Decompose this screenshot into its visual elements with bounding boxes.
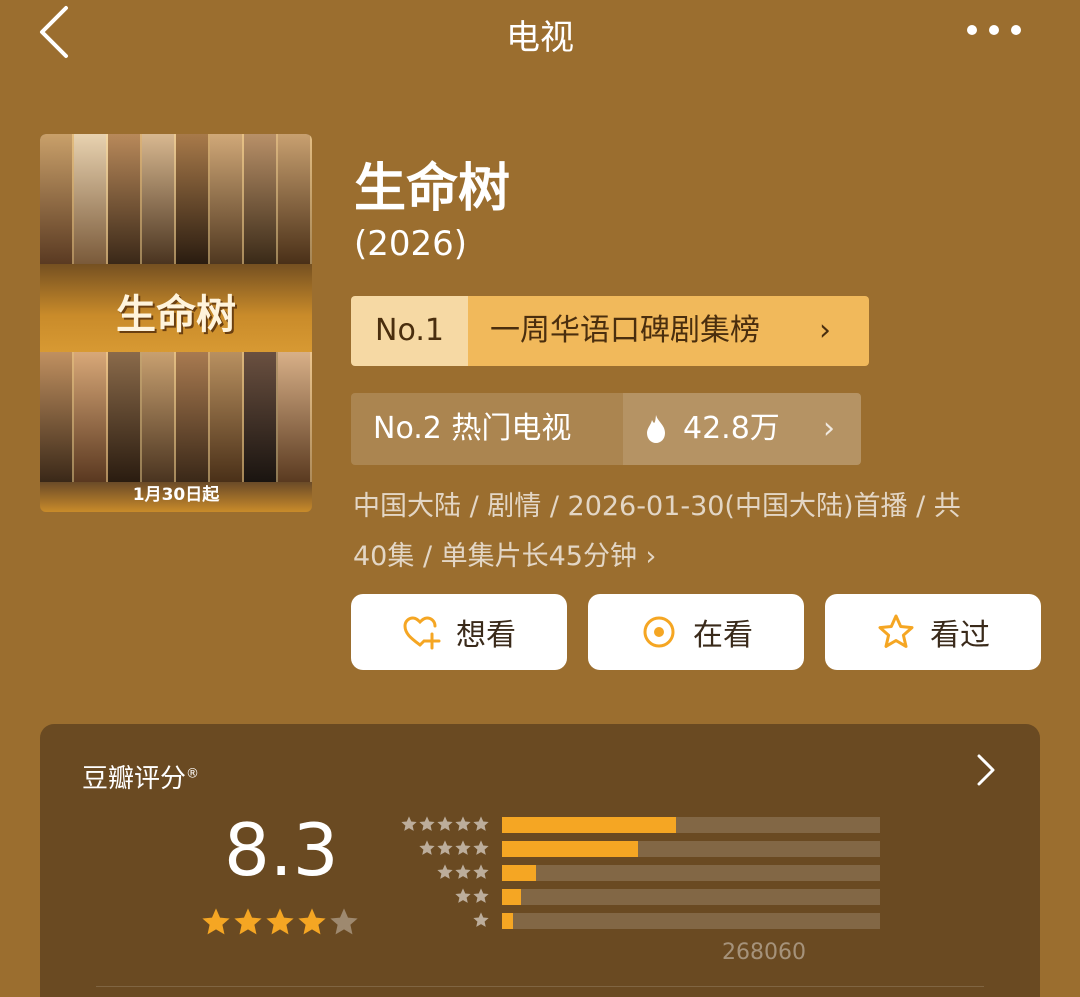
show-title: 生命树 [354, 159, 511, 219]
trademark-mark: ® [186, 766, 200, 782]
rating-bar-track [502, 841, 880, 857]
rank-list-name: 一周华语口碑剧集榜 [468, 296, 819, 366]
star-small-icon [455, 864, 471, 879]
poster-cast-strip-top [40, 134, 312, 264]
rating-bar-stars [436, 863, 490, 881]
rating-stars [200, 906, 360, 938]
star-small-icon [437, 864, 453, 879]
rating-bar-track [502, 865, 880, 881]
star-small-icon [473, 864, 489, 879]
metadata-line-2: 40集 / 单集片长45分钟 › [353, 541, 657, 572]
rating-bar-stars [418, 839, 490, 857]
star-small-icon [455, 816, 471, 831]
star-small-icon [437, 816, 453, 831]
divider [96, 986, 984, 987]
rank-number: No.1 [351, 296, 468, 366]
rating-count: 268060 [722, 940, 806, 965]
action-buttons: 想看 在看 看过 [351, 594, 1041, 670]
heat-value: 42.8万 [683, 411, 780, 446]
star-small-icon [455, 888, 471, 903]
watched-label: 看过 [930, 618, 990, 653]
rating-bar-fill [502, 865, 537, 881]
star-filled-icon [234, 908, 262, 935]
show-year: (2026) [354, 224, 468, 264]
star-small-icon [401, 816, 417, 831]
star-filled-icon [266, 908, 294, 935]
star-filled-icon [202, 908, 230, 935]
star-small-icon [473, 816, 489, 831]
poster-title-text: 生命树 [116, 291, 236, 338]
star-small-icon [419, 840, 435, 855]
rating-score: 8.3 [224, 808, 339, 892]
more-options-button[interactable] [964, 18, 1024, 42]
rating-bar-row-2 [394, 886, 884, 908]
star-empty-icon [330, 908, 358, 935]
rating-bar-fill [502, 817, 676, 833]
want-to-watch-label: 想看 [456, 618, 516, 653]
rating-bar-fill [502, 913, 514, 929]
rating-bar-row-3 [394, 862, 884, 884]
chevron-right-icon: › [819, 296, 869, 366]
rating-bar-track [502, 913, 880, 929]
douban-rating-card[interactable]: 豆瓣评分® 8.3 268060 [40, 724, 1040, 997]
rating-bar-track [502, 889, 880, 905]
star-small-icon [437, 840, 453, 855]
watching-label: 在看 [693, 618, 753, 653]
want-to-watch-button[interactable]: 想看 [351, 594, 567, 670]
top-navigation-bar: 电视 [0, 0, 1080, 70]
fire-icon [647, 415, 665, 443]
target-icon [643, 616, 675, 648]
heart-plus-icon [403, 616, 441, 650]
star-small-icon [419, 816, 435, 831]
rating-bar-row-4 [394, 838, 884, 860]
heat-indicator: 42.8万 › [623, 393, 861, 465]
rating-bar-fill [502, 841, 639, 857]
rating-bar-stars [400, 815, 490, 833]
star-outline-icon [878, 614, 914, 648]
poster-date-text: 1月30日起 [132, 485, 220, 505]
rank-number-popular: No.2 热门电视 [351, 393, 623, 465]
rating-bar-row-5 [394, 814, 884, 836]
ranking-badge-popular[interactable]: No.2 热门电视 42.8万 › [351, 393, 861, 465]
star-small-icon [455, 840, 471, 855]
star-small-icon [473, 912, 489, 927]
rating-bar-fill [502, 889, 521, 905]
watching-button[interactable]: 在看 [588, 594, 804, 670]
chevron-right-icon [977, 754, 995, 786]
page-title: 电视 [506, 18, 574, 58]
rating-bar-stars [472, 911, 490, 929]
poster-image[interactable]: 生命树 1月30日起 [40, 134, 312, 512]
rating-title-text: 豆瓣评分 [82, 764, 187, 794]
star-filled-icon [298, 908, 326, 935]
poster-cast-strip-bottom [40, 352, 312, 482]
star-small-icon [473, 888, 489, 903]
more-dots-icon [967, 25, 1021, 35]
show-metadata[interactable]: 中国大陆 / 剧情 / 2026-01-30(中国大陆)首播 / 共 40集 /… [353, 482, 1053, 582]
rating-details-button[interactable] [974, 752, 998, 788]
rating-bar-stars [454, 887, 490, 905]
rating-title: 豆瓣评分® [82, 758, 199, 795]
rating-bar-track [502, 817, 880, 833]
ranking-badge-weekly[interactable]: No.1 一周华语口碑剧集榜 › [351, 296, 869, 366]
chevron-right-icon: › [823, 411, 835, 446]
rating-bar-row-1 [394, 910, 884, 932]
watched-button[interactable]: 看过 [825, 594, 1041, 670]
star-small-icon [473, 840, 489, 855]
metadata-line-1: 中国大陆 / 剧情 / 2026-01-30(中国大陆)首播 / 共 [353, 491, 961, 522]
